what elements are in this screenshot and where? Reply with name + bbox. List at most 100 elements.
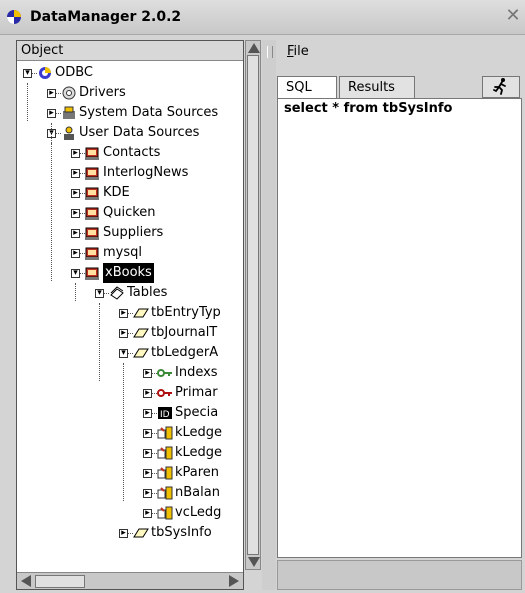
expand-toggle[interactable]: ▸ — [143, 429, 152, 438]
database-icon — [85, 187, 99, 200]
tree-guide-line — [75, 283, 76, 301]
expand-toggle[interactable]: ▸ — [71, 169, 80, 178]
collapse-toggle[interactable]: ▾ — [95, 289, 104, 298]
sql-text: select * from tbSysInfo — [284, 101, 453, 116]
scroll-down-icon[interactable] — [248, 557, 260, 567]
tab-sql[interactable]: SQL — [277, 76, 337, 98]
close-button[interactable]: ✕ — [503, 6, 523, 26]
expand-toggle[interactable]: ▸ — [71, 149, 80, 158]
tree-node[interactable]: ▸ tbEntryTyp — [17, 303, 243, 323]
vertical-scroll-thumb[interactable] — [247, 55, 259, 555]
tree-body: ▾ ODBC ▸ Drivers ▸ System Data Sources ▾ User D… — [17, 61, 243, 573]
expand-toggle[interactable]: ▸ — [71, 209, 80, 218]
tree-node-label: Contacts — [103, 145, 161, 160]
collapse-toggle[interactable]: ▾ — [71, 269, 80, 278]
expand-toggle[interactable]: ▸ — [119, 309, 128, 318]
file-menu-rest: ile — [293, 44, 309, 59]
tree-node-label: nBalan — [175, 485, 220, 500]
expand-toggle[interactable]: ▸ — [143, 509, 152, 518]
expand-toggle[interactable]: ▸ — [71, 229, 80, 238]
tree-node-label: System Data Sources — [79, 105, 219, 120]
expand-toggle[interactable]: ▸ — [71, 189, 80, 198]
tree-header[interactable]: Object — [17, 41, 243, 61]
query-panel: File SQL Results select * from tbSysInfo — [277, 40, 525, 593]
tree-node[interactable]: ▸ ID Specia — [17, 403, 243, 423]
tree-node[interactable]: ▸ System Data Sources — [17, 103, 243, 123]
status-bar — [277, 560, 522, 590]
running-man-icon — [493, 78, 506, 95]
tree-node[interactable]: ▸ kParen — [17, 463, 243, 483]
tree-node[interactable]: ▸ kLedge — [17, 423, 243, 443]
expand-toggle[interactable]: ▸ — [143, 409, 152, 418]
tree-node[interactable]: ▸ tbJournalT — [17, 323, 243, 343]
database-icon — [85, 267, 99, 280]
sql-editor[interactable]: select * from tbSysInfo — [277, 98, 522, 558]
tree-node-label: Suppliers — [103, 225, 164, 240]
database-icon — [85, 247, 99, 260]
menu-bar: File — [277, 40, 525, 66]
tree-node[interactable]: ▸ Indexs — [17, 363, 243, 383]
column-icon — [157, 446, 173, 460]
scroll-up-icon[interactable] — [248, 43, 260, 53]
object-tree[interactable]: Object ▾ ODBC ▸ Drivers ▸ System Data Sources… — [16, 40, 244, 590]
window-title: DataManager 2.0.2 — [30, 9, 182, 25]
tree-node[interactable]: ▸ vcLedg — [17, 503, 243, 523]
expand-toggle[interactable]: ▸ — [119, 329, 128, 338]
id-icon: ID — [158, 407, 172, 420]
drivers-gear-icon — [62, 86, 76, 100]
run-query-button[interactable] — [482, 76, 520, 98]
index-key-icon — [157, 369, 172, 377]
expand-toggle[interactable]: ▸ — [47, 89, 56, 98]
tree-node-label: tbEntryTyp — [151, 305, 221, 320]
tree-node[interactable]: ▾ tbLedgerA — [17, 343, 243, 363]
tree-node-label: User Data Sources — [79, 125, 200, 140]
scroll-thumb[interactable] — [35, 575, 85, 588]
horizontal-scrollbar[interactable] — [17, 572, 243, 589]
tree-node[interactable]: ▸ Drivers — [17, 83, 243, 103]
scroll-left-icon[interactable] — [21, 575, 31, 587]
primary-key-icon — [157, 389, 172, 397]
expand-toggle[interactable]: ▸ — [143, 369, 152, 378]
file-menu[interactable]: File — [287, 44, 309, 59]
tree-node[interactable]: ▸ Primar — [17, 383, 243, 403]
tree-node-label: xBooks — [103, 263, 154, 283]
table-icon — [133, 328, 149, 338]
expand-toggle[interactable]: ▸ — [47, 109, 56, 118]
tree-guide-line — [123, 363, 124, 501]
tree-node-label: KDE — [103, 185, 130, 200]
tab-results[interactable]: Results — [339, 76, 415, 98]
tree-node-label: Tables — [127, 285, 168, 300]
tree-node[interactable]: ▾ ODBC — [17, 63, 243, 83]
tree-node-label: Primar — [175, 385, 218, 400]
expand-toggle[interactable]: ▸ — [143, 389, 152, 398]
tree-node[interactable]: ▸ tbSysInfo — [17, 523, 243, 543]
tree-node[interactable]: ▸ kLedge — [17, 443, 243, 463]
panel-splitter[interactable] — [262, 40, 276, 590]
expand-toggle[interactable]: ▸ — [143, 449, 152, 458]
title-bar: DataManager 2.0.2 ✕ — [0, 0, 525, 35]
column-icon — [157, 426, 173, 440]
splitter-grip[interactable] — [267, 46, 273, 58]
expand-toggle[interactable]: ▸ — [71, 249, 80, 258]
tree-guide-line — [51, 143, 52, 281]
user-datasource-icon — [64, 126, 74, 140]
collapse-toggle[interactable]: ▾ — [23, 69, 32, 78]
tree-node-label: Drivers — [79, 85, 126, 100]
table-icon — [133, 528, 149, 538]
collapse-toggle[interactable]: ▾ — [119, 349, 128, 358]
tab-bar: SQL Results — [277, 76, 525, 98]
tree-node-label: Indexs — [175, 365, 218, 380]
expand-toggle[interactable]: ▸ — [143, 489, 152, 498]
vertical-scrollbar[interactable] — [245, 40, 261, 570]
expand-toggle[interactable]: ▸ — [143, 469, 152, 478]
tree-node[interactable]: ▾ Tables — [17, 283, 243, 303]
tree-node-label: kParen — [175, 465, 220, 480]
column-icon — [157, 466, 173, 480]
expand-toggle[interactable]: ▸ — [119, 529, 128, 538]
database-icon — [85, 227, 99, 240]
svg-text:ID: ID — [160, 410, 170, 420]
database-icon — [85, 147, 99, 160]
tree-node-label: mysql — [103, 245, 142, 260]
scroll-right-icon[interactable] — [229, 575, 239, 587]
tree-node[interactable]: ▸ nBalan — [17, 483, 243, 503]
